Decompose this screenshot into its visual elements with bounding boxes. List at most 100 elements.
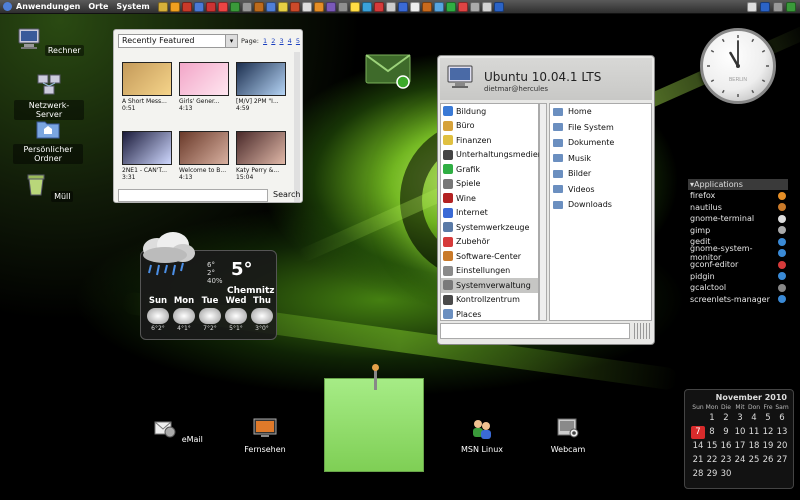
status-icon[interactable] bbox=[760, 1, 770, 12]
application-item[interactable]: gnome-terminal bbox=[688, 213, 788, 225]
launcher-icon[interactable] bbox=[301, 1, 312, 12]
application-item[interactable]: gcalctool bbox=[688, 282, 788, 294]
calendar-day[interactable]: 5 bbox=[761, 412, 775, 425]
chevron-down-icon[interactable]: ▾ bbox=[225, 35, 237, 47]
category-item[interactable]: Büro bbox=[441, 119, 538, 134]
category-item[interactable]: Bildung bbox=[441, 104, 538, 119]
desktop-icon-rechner[interactable]: Rechner bbox=[15, 27, 85, 56]
application-item[interactable]: pidgin bbox=[688, 271, 788, 283]
category-item[interactable]: Unterhaltungsmedien bbox=[441, 148, 543, 163]
status-icon[interactable] bbox=[747, 1, 757, 12]
video-image[interactable] bbox=[122, 62, 172, 96]
place-item[interactable]: Dokumente bbox=[550, 135, 651, 151]
calendar-day[interactable]: 28 bbox=[691, 468, 705, 481]
launcher-icon[interactable] bbox=[361, 1, 372, 12]
applications-header[interactable]: ▾Applications bbox=[688, 179, 788, 190]
launcher-icon[interactable] bbox=[241, 1, 252, 12]
widget-scrollbar[interactable] bbox=[294, 52, 300, 202]
desktop-icon-netzwerk[interactable]: Netzwerk-Server bbox=[14, 72, 84, 120]
launcher-icon[interactable] bbox=[289, 1, 300, 12]
desktop-icon-ordner[interactable]: Persönlicher Ordner bbox=[13, 116, 83, 164]
launcher-icon[interactable] bbox=[253, 1, 264, 12]
launcher-icon[interactable] bbox=[265, 1, 276, 12]
dock-msn[interactable]: MSN Linux bbox=[452, 416, 512, 455]
calendar-day[interactable]: 1 bbox=[705, 412, 719, 425]
page-link[interactable]: 5 bbox=[296, 37, 300, 45]
page-link[interactable]: 4 bbox=[288, 37, 292, 45]
place-item[interactable]: Musik bbox=[550, 151, 651, 167]
calendar-day[interactable]: 7 bbox=[691, 426, 705, 439]
launcher-icon[interactable] bbox=[181, 1, 192, 12]
video-thumbnail[interactable]: 2NE1 - CAN'T... 3:31 bbox=[122, 131, 176, 181]
dock-webcam[interactable]: Webcam bbox=[538, 416, 598, 455]
sticky-note[interactable] bbox=[324, 378, 424, 472]
video-thumbnail[interactable]: [M/V] 2PM "I... 4:59 bbox=[236, 62, 290, 112]
category-item[interactable]: Internet bbox=[441, 206, 538, 221]
video-search-input[interactable] bbox=[118, 189, 268, 202]
category-item[interactable]: Places bbox=[441, 307, 538, 322]
calendar-day[interactable]: 9 bbox=[719, 426, 733, 439]
menu-orte[interactable]: Orte bbox=[84, 2, 112, 11]
calendar-day[interactable]: 2 bbox=[719, 412, 733, 425]
launcher-icon[interactable] bbox=[409, 1, 420, 12]
place-item[interactable]: Bilder bbox=[550, 166, 651, 182]
calendar-day[interactable]: 23 bbox=[719, 454, 733, 467]
calendar-day[interactable]: 3 bbox=[733, 412, 747, 425]
launcher-icon[interactable] bbox=[205, 1, 216, 12]
calendar-day[interactable]: 4 bbox=[747, 412, 761, 425]
video-image[interactable] bbox=[236, 62, 286, 96]
search-button[interactable]: Search bbox=[271, 188, 302, 201]
video-thumbnail[interactable]: Girls' Gener... 4:13 bbox=[179, 62, 233, 112]
calendar-day[interactable]: 16 bbox=[719, 440, 733, 453]
calendar-day[interactable]: 6 bbox=[775, 412, 789, 425]
category-scrollbar[interactable] bbox=[539, 103, 547, 321]
calendar-day[interactable]: 22 bbox=[705, 454, 719, 467]
mail-notifier-icon[interactable] bbox=[365, 53, 413, 89]
launcher-icon[interactable] bbox=[169, 1, 180, 12]
calendar-day[interactable]: 27 bbox=[775, 454, 789, 467]
category-item[interactable]: Grafik bbox=[441, 162, 538, 177]
launcher-icon[interactable] bbox=[277, 1, 288, 12]
calendar-day[interactable]: 12 bbox=[761, 426, 775, 439]
featured-selector[interactable]: Recently Featured ▾ bbox=[118, 34, 238, 48]
category-item[interactable]: Systemwerkzeuge bbox=[441, 220, 538, 235]
status-icon[interactable] bbox=[786, 1, 796, 12]
launcher-icon[interactable] bbox=[337, 1, 348, 12]
category-item[interactable]: Finanzen bbox=[441, 133, 538, 148]
launcher-icon[interactable] bbox=[373, 1, 384, 12]
launcher-icon[interactable] bbox=[469, 1, 480, 12]
calendar-day[interactable]: 11 bbox=[747, 426, 761, 439]
launcher-icon[interactable] bbox=[229, 1, 240, 12]
category-item[interactable]: Systemverwaltung bbox=[441, 278, 538, 293]
calendar-day[interactable]: 19 bbox=[761, 440, 775, 453]
calendar-day[interactable]: 20 bbox=[775, 440, 789, 453]
category-item[interactable]: Software-Center bbox=[441, 249, 538, 264]
resize-grip-icon[interactable] bbox=[634, 323, 650, 339]
place-item[interactable]: Home bbox=[550, 104, 651, 120]
application-item[interactable]: gimp bbox=[688, 225, 788, 237]
place-item[interactable]: Downloads bbox=[550, 197, 651, 213]
video-image[interactable] bbox=[179, 131, 229, 165]
launcher-icon[interactable] bbox=[457, 1, 468, 12]
calendar-day[interactable]: 29 bbox=[705, 468, 719, 481]
status-icon[interactable] bbox=[773, 1, 783, 12]
menu-system[interactable]: System bbox=[112, 2, 153, 11]
calendar-day[interactable]: 10 bbox=[733, 426, 747, 439]
calendar-day[interactable]: 8 bbox=[705, 426, 719, 439]
launcher-icon[interactable] bbox=[493, 1, 504, 12]
desktop-icon-muell[interactable]: Müll bbox=[13, 173, 83, 202]
category-item[interactable]: Kontrollzentrum bbox=[441, 293, 538, 308]
page-link[interactable]: 1 bbox=[263, 37, 267, 45]
launcher-icon[interactable] bbox=[385, 1, 396, 12]
calendar-day[interactable]: 21 bbox=[691, 454, 705, 467]
launcher-icon[interactable] bbox=[433, 1, 444, 12]
place-item[interactable]: Videos bbox=[550, 182, 651, 198]
launcher-icon[interactable] bbox=[313, 1, 324, 12]
launcher-icon[interactable] bbox=[193, 1, 204, 12]
calendar-day[interactable]: 15 bbox=[705, 440, 719, 453]
launcher-icon[interactable] bbox=[481, 1, 492, 12]
calendar-day[interactable]: 17 bbox=[733, 440, 747, 453]
video-image[interactable] bbox=[179, 62, 229, 96]
video-thumbnail[interactable]: A Short Mess... 0:51 bbox=[122, 62, 176, 112]
place-item[interactable]: File System bbox=[550, 120, 651, 136]
